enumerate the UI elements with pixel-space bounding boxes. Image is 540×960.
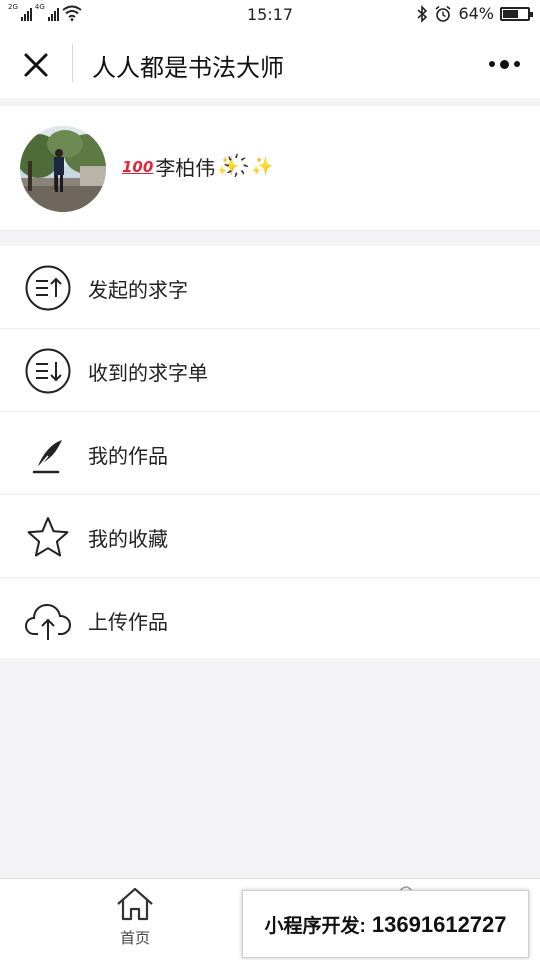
page-title: 人人都是书法大师	[92, 54, 284, 82]
more-dot-icon	[499, 59, 509, 69]
burst-emoji: ҉	[241, 156, 250, 177]
battery-percent: 64%	[458, 4, 494, 23]
sparkles-emoji-2: ✨	[251, 156, 274, 177]
promo-phone: 13691612727	[371, 911, 507, 937]
menu-item-label: 我的收藏	[88, 527, 168, 551]
battery-fill	[503, 9, 518, 18]
user-nickname: 100 李柏伟 ✨ ҉ ✨	[122, 152, 274, 181]
sparkles-emoji: ✨	[217, 156, 240, 177]
cloud-upload-icon	[24, 603, 72, 640]
menu-list: 发起的求字 收到的求字单 我的作品 我的收藏 上传作品	[0, 246, 540, 658]
tab-home-label: 首页	[119, 929, 150, 947]
battery-icon	[500, 6, 533, 21]
menu-item-label: 上传作品	[88, 610, 168, 634]
menu-item-label: 我的作品	[88, 444, 168, 468]
more-menu-button[interactable]	[486, 52, 522, 76]
list-upload-icon	[25, 265, 71, 311]
menu-item-received-requests[interactable]: 收到的求字单	[0, 329, 540, 412]
close-icon[interactable]	[18, 47, 54, 83]
star-icon	[27, 517, 69, 557]
menu-item-my-works[interactable]: 我的作品	[0, 412, 540, 495]
status-bar: 2G 4G 15:17 64%	[0, 0, 540, 30]
menu-item-label: 收到的求字单	[88, 361, 208, 385]
more-dot-icon	[488, 61, 495, 67]
promo-text: 小程序开发: 13691612727	[264, 911, 506, 938]
promo-prefix: 小程序开发:	[264, 915, 366, 937]
quill-icon	[32, 440, 62, 474]
avatar[interactable]	[20, 126, 106, 212]
menu-item-my-favorites[interactable]: 我的收藏	[0, 495, 540, 578]
more-dot-icon	[513, 61, 520, 67]
list-download-icon	[25, 348, 71, 394]
avatar-photo	[20, 126, 106, 212]
home-icon	[117, 887, 153, 921]
menu-item-upload-works[interactable]: 上传作品	[0, 578, 540, 658]
tab-home[interactable]: 首页	[100, 885, 170, 948]
alarm-icon	[435, 5, 451, 22]
menu-item-label: 发起的求字	[88, 278, 188, 302]
status-right: 64%	[416, 4, 533, 23]
nav-divider	[72, 44, 73, 82]
bluetooth-icon	[417, 4, 428, 23]
menu-item-sent-requests[interactable]: 发起的求字	[0, 246, 540, 329]
nickname-text: 李柏伟	[155, 156, 216, 180]
profile-card[interactable]: 100 李柏伟 ✨ ҉ ✨	[0, 106, 540, 231]
hundred-points-emoji: 100	[122, 157, 154, 176]
nav-bar: 人人都是书法大师	[0, 30, 540, 98]
promo-banner: 小程序开发: 13691612727	[242, 890, 529, 958]
